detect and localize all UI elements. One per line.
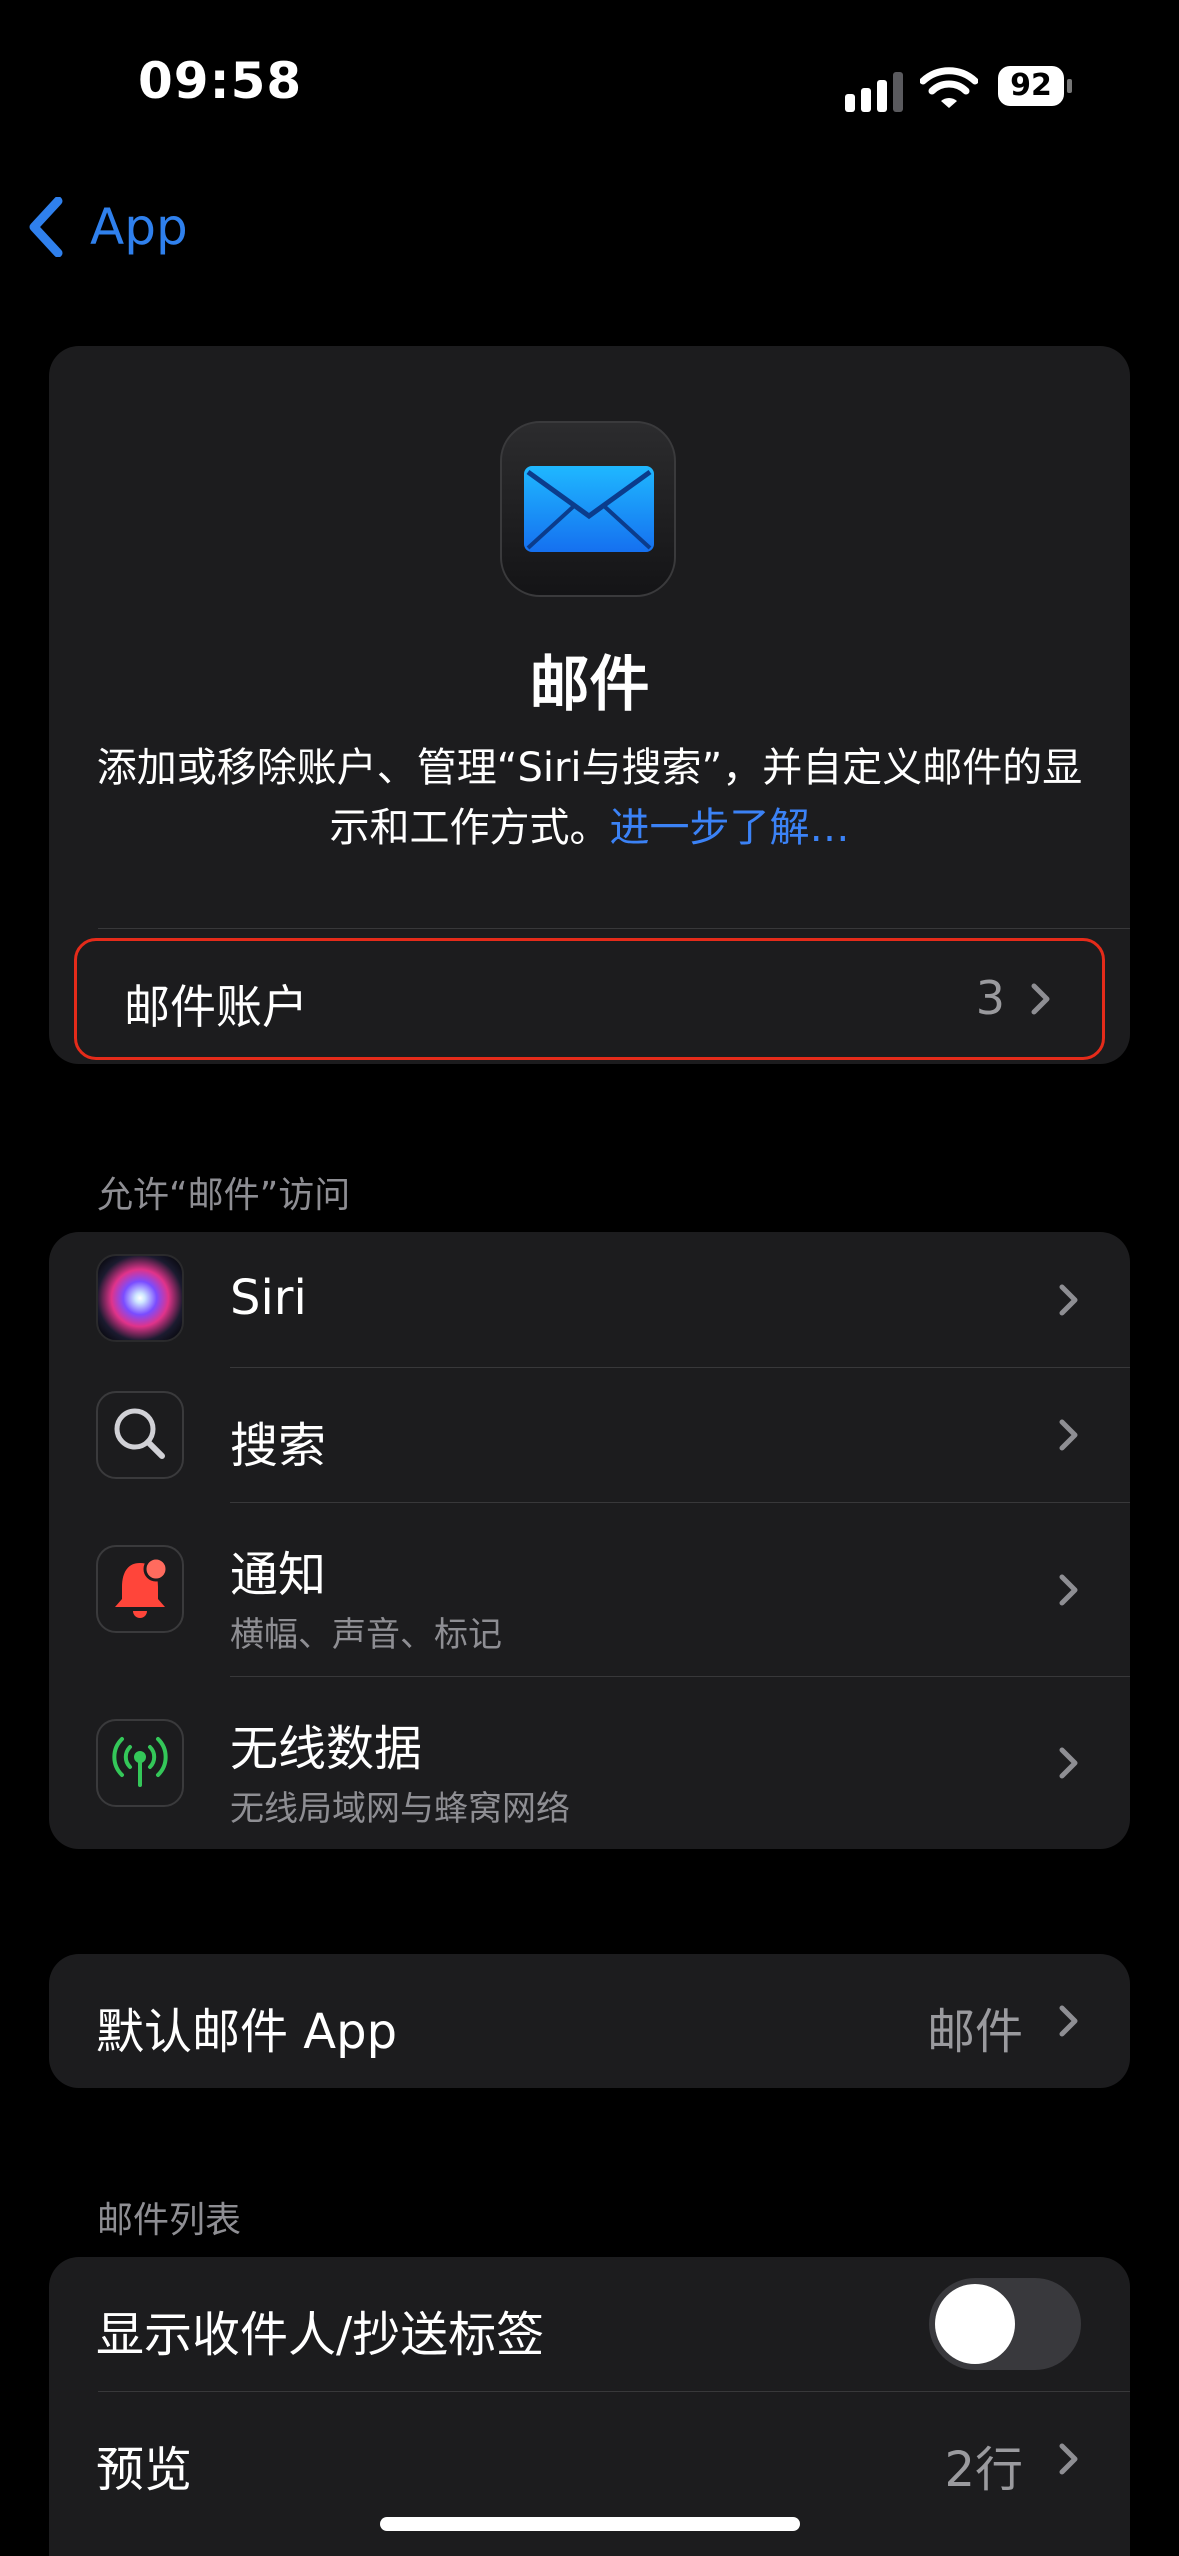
chevron-right-icon (1031, 983, 1050, 1015)
preview-row[interactable]: 预览 2行 (49, 2392, 1130, 2526)
description-text: 添加或移除账户、管理“Siri与搜索”，并自定义邮件的显示和工作方式。 (96, 745, 1083, 851)
siri-row[interactable]: Siri (49, 1232, 1130, 1367)
mail-app-icon (500, 421, 676, 597)
siri-label: Siri (230, 1270, 307, 1326)
mail-accounts-count: 3 (975, 971, 1005, 1025)
preview-label: 预览 (96, 2442, 193, 2498)
back-label: App (90, 198, 188, 256)
search-label: 搜索 (230, 1418, 327, 1474)
chevron-right-icon (1059, 2443, 1078, 2475)
preview-value: 2行 (944, 2442, 1023, 2498)
chevron-left-icon (29, 197, 63, 257)
wireless-data-row[interactable]: 无线数据 无线局域网与蜂窝网络 (49, 1677, 1130, 1849)
learn-more-link[interactable]: 进一步了解… (610, 805, 850, 851)
siri-icon (96, 1254, 184, 1342)
mail-accounts-label: 邮件账户 (124, 980, 308, 1034)
default-mail-app-value: 邮件 (926, 2004, 1023, 2060)
chevron-right-icon (1059, 2005, 1078, 2037)
show-to-cc-toggle[interactable] (929, 2278, 1081, 2370)
chevron-right-icon (1059, 1574, 1078, 1605)
mail-list-settings: 显示收件人/抄送标签 预览 2行 (49, 2257, 1130, 2556)
notifications-row[interactable]: 通知 横幅、声音、标记 (49, 1503, 1130, 1676)
notification-bell-icon (96, 1545, 184, 1633)
default-mail-app-label: 默认邮件 App (96, 2004, 398, 2060)
search-row[interactable]: 搜索 (49, 1368, 1130, 1502)
wireless-data-subtitle: 无线局域网与蜂窝网络 (230, 1789, 570, 1829)
wifi-icon (919, 66, 979, 110)
battery-level: 92 (998, 66, 1064, 106)
access-list: Siri 搜索 通知 横幅、声音、标记 无线数据 无线局域网与蜂窝网络 (49, 1232, 1130, 1849)
wireless-data-label: 无线数据 (230, 1721, 423, 1777)
home-indicator[interactable] (380, 2517, 800, 2531)
notifications-label: 通知 (230, 1547, 327, 1603)
section-header-mail-list: 邮件列表 (97, 2200, 242, 2241)
default-mail-app-row[interactable]: 默认邮件 App 邮件 (49, 1954, 1130, 2088)
app-title: 邮件 (529, 650, 650, 720)
app-description: 添加或移除账户、管理“Siri与搜索”，并自定义邮件的显示和工作方式。进一步了解… (89, 738, 1090, 858)
show-to-cc-row: 显示收件人/抄送标签 (49, 2257, 1130, 2391)
back-button[interactable]: App (28, 195, 188, 259)
chevron-right-icon (1059, 1284, 1078, 1315)
chevron-right-icon (1059, 1747, 1078, 1779)
section-header-access: 允许“邮件”访问 (97, 1175, 351, 1216)
chevron-right-icon (1059, 1419, 1078, 1451)
cellular-signal-icon (845, 68, 905, 112)
mail-accounts-row[interactable]: 邮件账户 3 (74, 938, 1105, 1060)
divider (98, 928, 1130, 929)
show-to-cc-label: 显示收件人/抄送标签 (96, 2307, 545, 2363)
search-icon (96, 1391, 184, 1479)
notifications-subtitle: 横幅、声音、标记 (230, 1615, 502, 1655)
battery-icon: 92 (998, 66, 1072, 106)
app-header-card: 邮件 添加或移除账户、管理“Siri与搜索”，并自定义邮件的显示和工作方式。进一… (49, 346, 1130, 1064)
status-time: 09:58 (138, 52, 303, 110)
wireless-data-icon (96, 1719, 184, 1807)
